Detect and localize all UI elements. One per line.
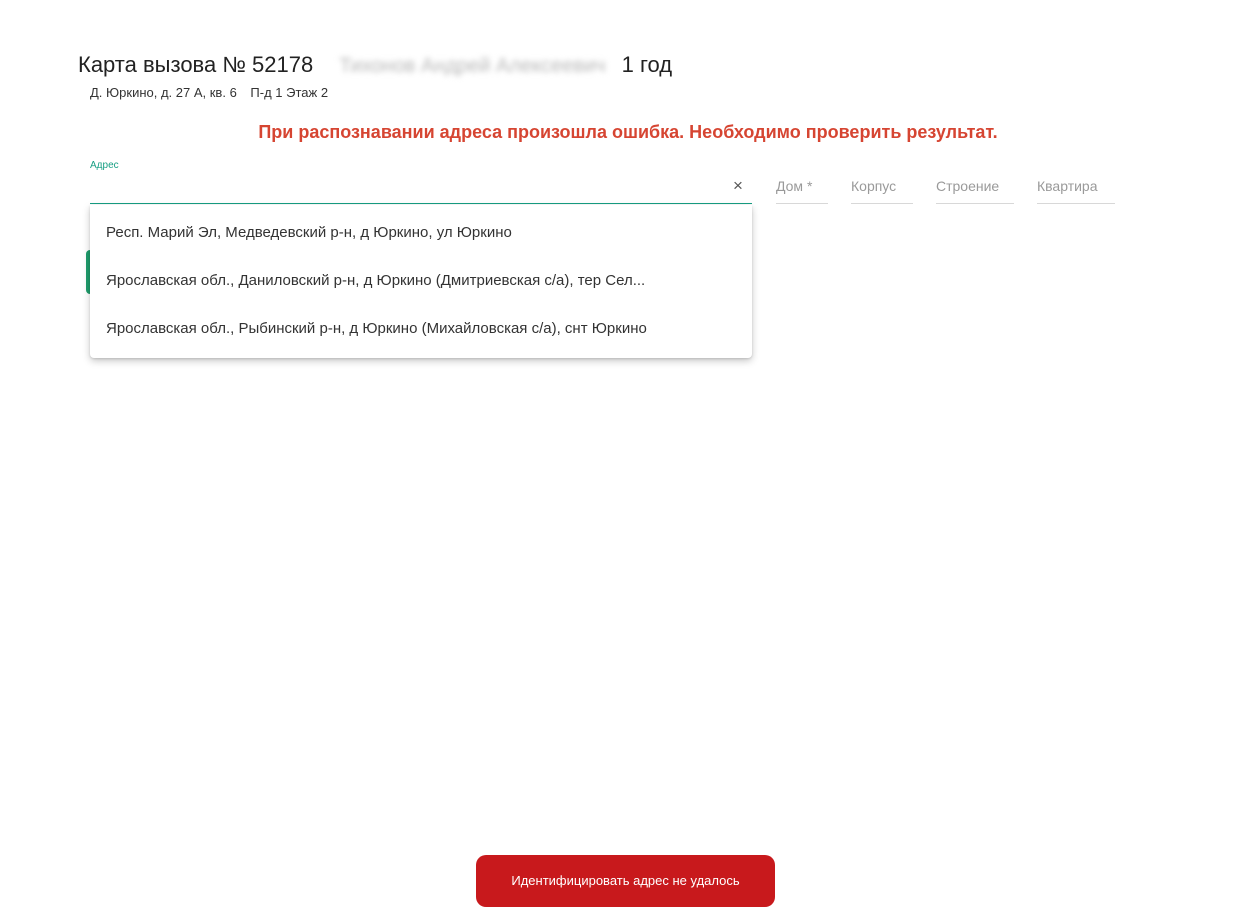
house-field[interactable]: Дом *	[776, 178, 828, 204]
error-toast: Идентифицировать адрес не удалось	[476, 855, 775, 907]
building-field[interactable]: Корпус	[851, 178, 913, 204]
address-error-message: При распознавании адреса произошла ошибк…	[258, 122, 998, 142]
page-title-row: Карта вызова № 52178 Тихонов Андрей Алек…	[78, 52, 672, 78]
suggestion-item[interactable]: Ярославская обл., Рыбинский р-н, д Юркин…	[90, 305, 752, 353]
apartment-field[interactable]: Квартира	[1037, 178, 1115, 204]
clear-icon[interactable]: ×	[733, 176, 743, 196]
patient-name: Тихонов Андрей Алексеевич	[339, 55, 606, 77]
entrance-floor: П-д 1 Этаж 2	[250, 85, 329, 100]
suggestion-item[interactable]: Ярославская обл., Даниловский р-н, д Юрк…	[90, 257, 752, 305]
patient-age: 1 год	[621, 52, 673, 77]
address-suggestions-dropdown: Респ. Марий Эл, Медведевский р-н, д Юрки…	[90, 205, 752, 358]
address-input[interactable]	[90, 170, 752, 204]
call-address-info: Д. Юркино, д. 27 А, кв. 6 П-д 1 Этаж 2	[90, 85, 328, 100]
page-title: Карта вызова № 52178	[78, 52, 314, 77]
call-address: Д. Юркино, д. 27 А, кв. 6	[90, 85, 237, 100]
structure-field[interactable]: Строение	[936, 178, 1014, 204]
suggestion-item[interactable]: Респ. Марий Эл, Медведевский р-н, д Юрки…	[90, 209, 752, 257]
